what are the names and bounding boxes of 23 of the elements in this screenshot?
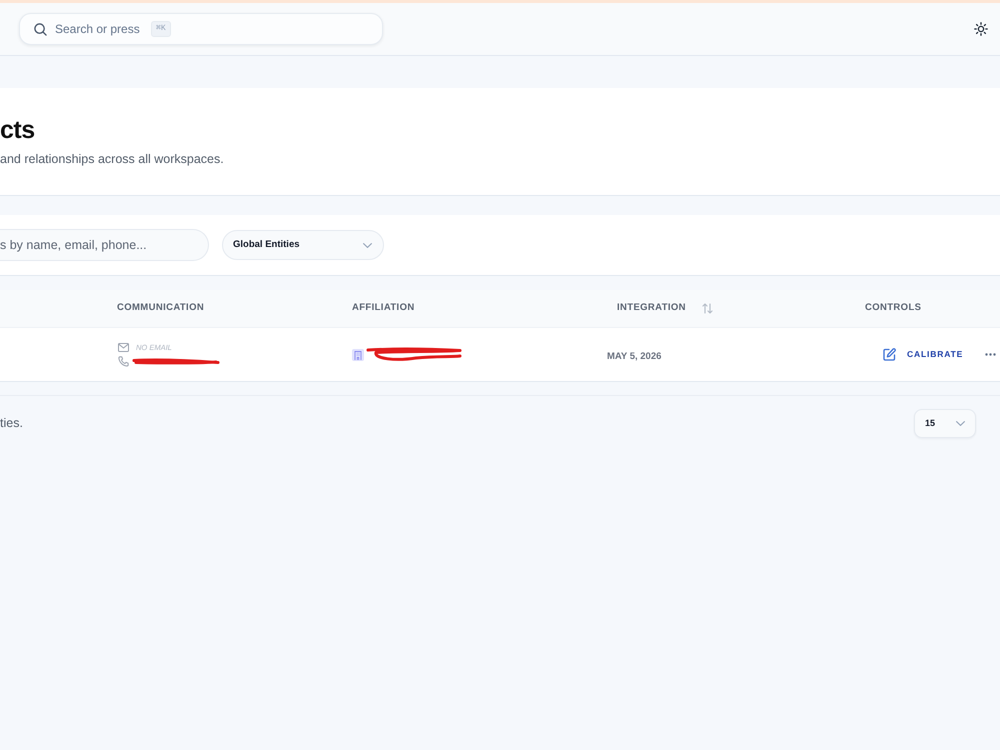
chevron-down-icon — [363, 242, 372, 248]
calibrate-button[interactable]: CALIBRATE — [883, 348, 964, 361]
page-subtitle: and relationships across all workspaces. — [0, 151, 224, 167]
column-header: COMMUNICATION — [117, 301, 204, 316]
column-header: AFFILIATION — [352, 301, 415, 316]
envelope-icon — [118, 343, 129, 352]
search-input[interactable]: Search or press — [55, 20, 143, 38]
scope-dropdown[interactable]: Global Entities — [222, 230, 384, 260]
page-title: cts — [0, 116, 35, 144]
shortcut-key: ⌘K — [151, 21, 171, 37]
phone-icon — [118, 356, 129, 368]
column-header: CONTROLS — [865, 301, 922, 316]
edit-icon — [883, 348, 896, 361]
search-icon — [34, 22, 47, 36]
more-options-icon[interactable] — [985, 353, 996, 356]
theme-toggle-sun-icon[interactable] — [974, 22, 988, 36]
search-field[interactable]: s by name, email, phone... — [0, 229, 209, 261]
building-icon — [352, 348, 364, 360]
page-size-select[interactable]: 15 — [914, 409, 976, 438]
results-summary: ties. — [0, 415, 23, 432]
column-header[interactable]: INTEGRATION — [617, 301, 686, 316]
date-cell: MAY 5, 2026 — [607, 350, 662, 362]
chevron-down-icon — [956, 421, 965, 426]
